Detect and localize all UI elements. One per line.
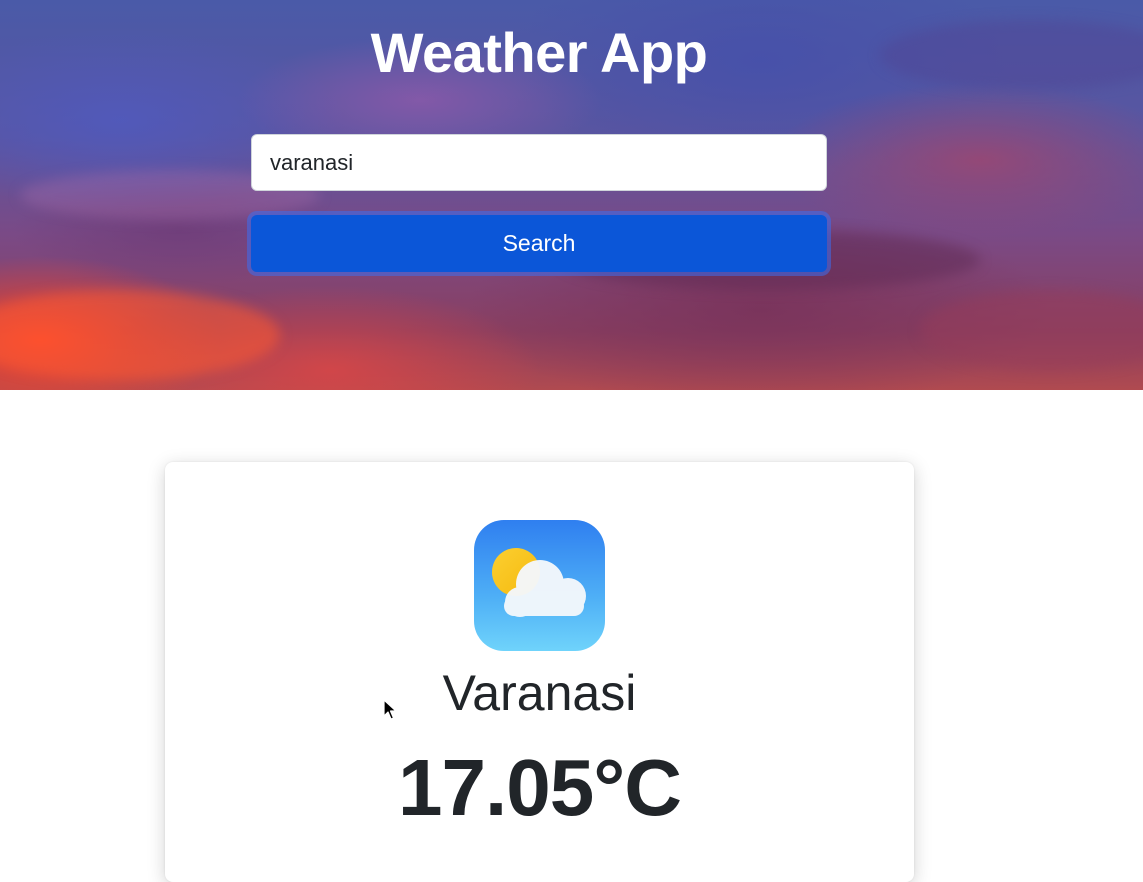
hero-banner: Weather App Search	[0, 0, 1143, 390]
search-button[interactable]: Search	[251, 215, 827, 272]
partly-cloudy-icon	[474, 520, 605, 651]
city-name: Varanasi	[442, 665, 637, 721]
app-title: Weather App	[370, 21, 708, 84]
temperature-value: 17.05°C	[398, 743, 682, 832]
city-search-input[interactable]	[251, 134, 827, 191]
mouse-cursor-icon	[383, 699, 397, 720]
weather-card: Varanasi 17.05°C	[165, 462, 914, 882]
